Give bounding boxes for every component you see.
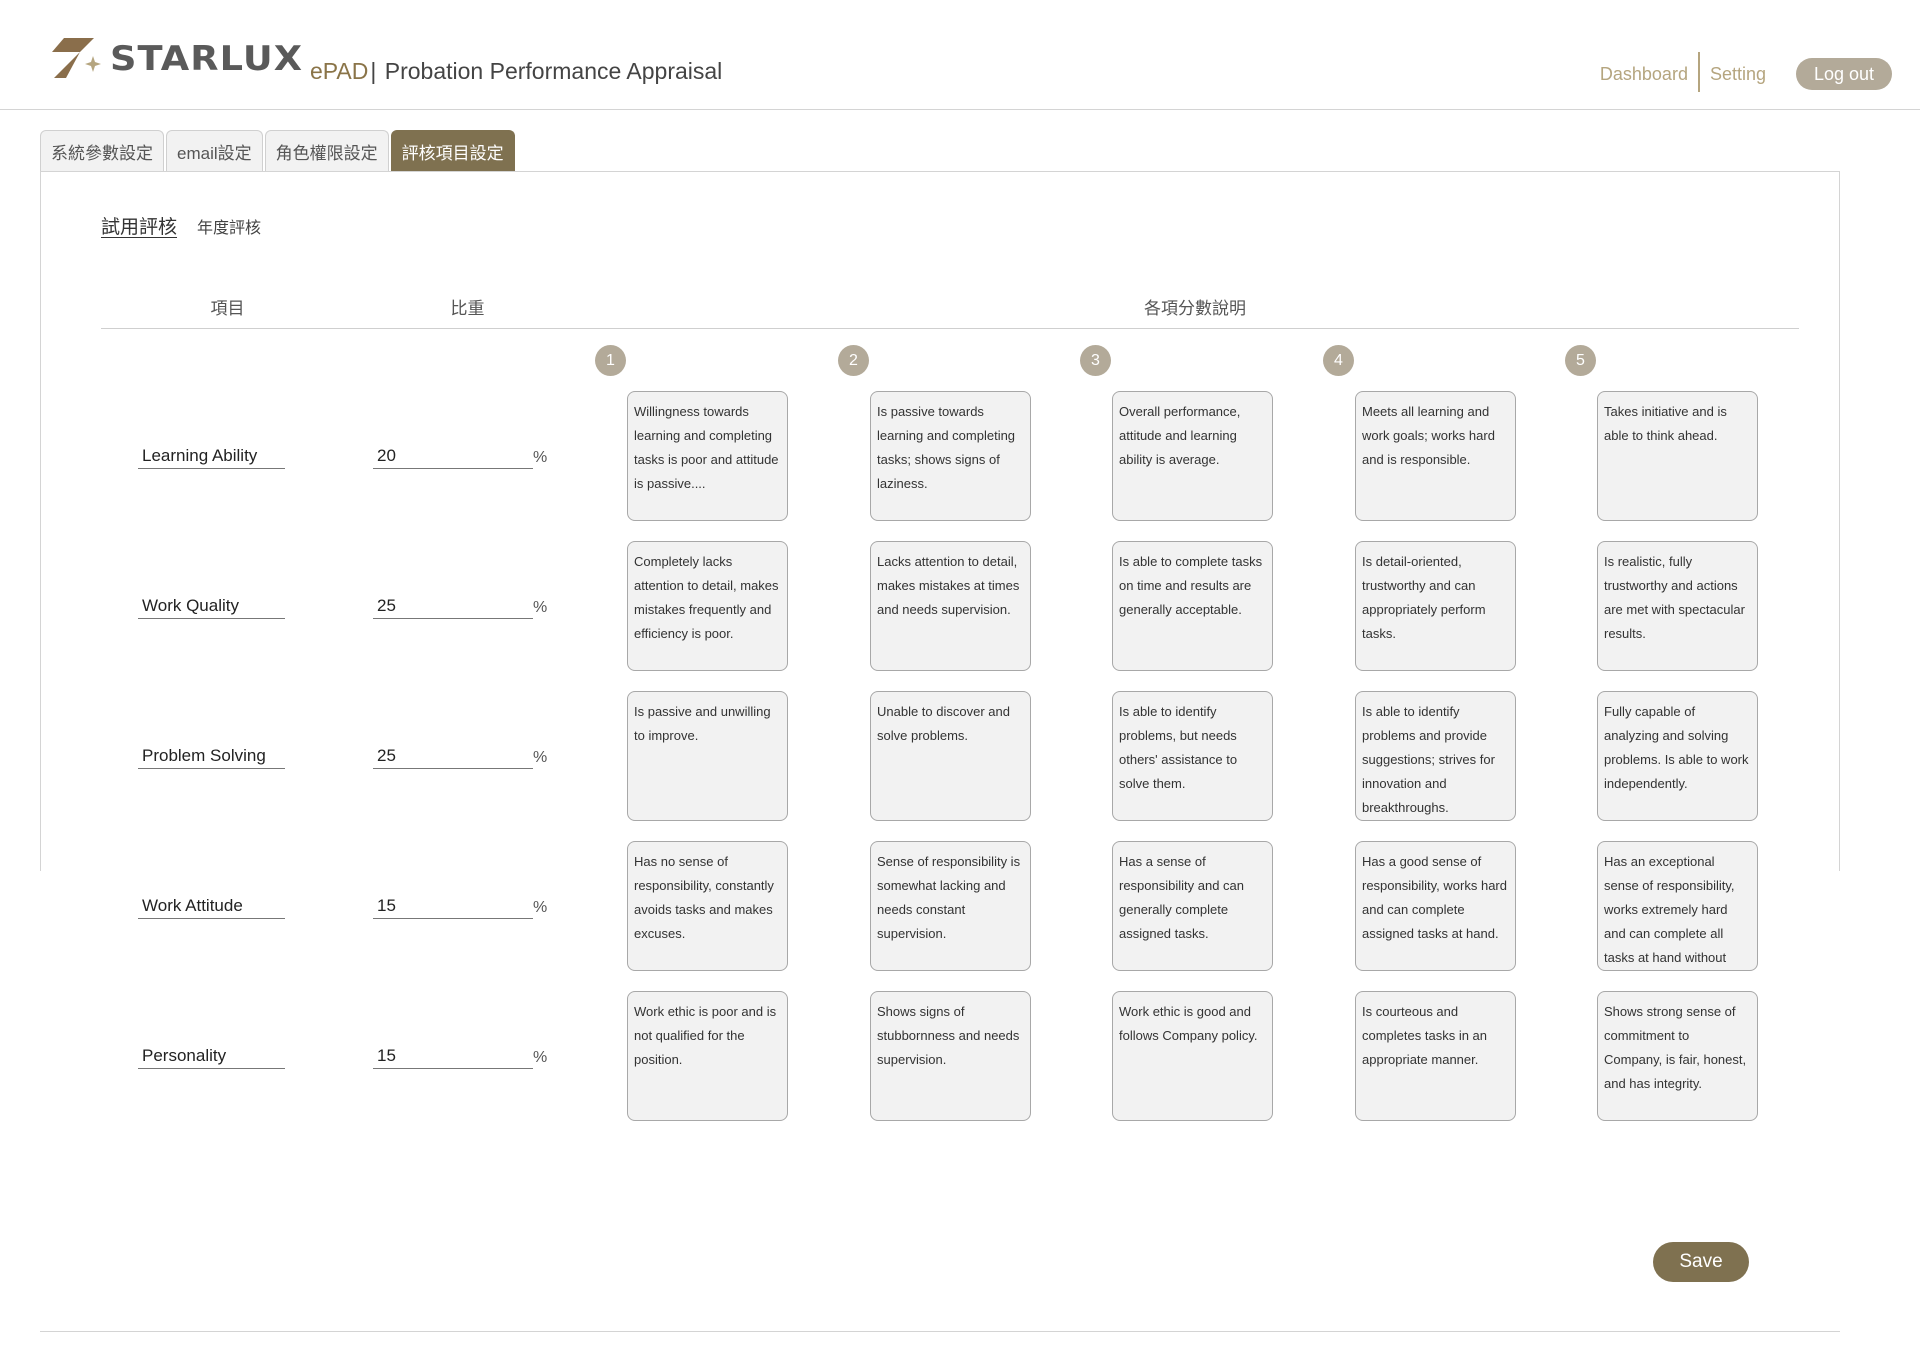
- tab-appraisal-items[interactable]: 評核項目設定: [390, 130, 515, 172]
- score-1-marker: 1: [595, 345, 626, 376]
- score-description-field[interactable]: Has a sense of responsibility and can ge…: [1112, 841, 1273, 971]
- score-description-field[interactable]: Has a good sense of responsibility, work…: [1355, 841, 1516, 971]
- percent-sign: %: [533, 749, 548, 766]
- nav-setting-link[interactable]: Setting: [1700, 64, 1776, 85]
- settings-tabs: 系統參數設定 email設定 角色權限設定 評核項目設定: [40, 130, 517, 172]
- score-description-field[interactable]: Work ethic is poor and is not qualified …: [627, 991, 788, 1121]
- item-name-field[interactable]: Learning Ability: [138, 437, 285, 469]
- column-header-item: 項目: [210, 299, 245, 318]
- score-description-field[interactable]: Lacks attention to detail, makes mistake…: [870, 541, 1031, 671]
- subtab-probation[interactable]: 試用評核: [101, 212, 177, 239]
- score-3-marker: 3: [1080, 345, 1111, 376]
- score-description-field[interactable]: Completely lacks attention to detail, ma…: [627, 541, 788, 671]
- score-description-field[interactable]: Is courteous and completes tasks in an a…: [1355, 991, 1516, 1121]
- save-button[interactable]: Save: [1653, 1242, 1749, 1282]
- score-4-marker: 4: [1323, 345, 1354, 376]
- percent-sign: %: [533, 1049, 548, 1066]
- logo[interactable]: STARLUX: [50, 36, 302, 82]
- score-description-field[interactable]: Takes initiative and is able to think ah…: [1597, 391, 1758, 521]
- score-description-field[interactable]: Is passive and unwilling to improve.: [627, 691, 788, 821]
- percent-sign: %: [533, 899, 548, 916]
- tab-email-settings[interactable]: email設定: [166, 130, 263, 172]
- logo-text: STARLUX: [110, 39, 304, 79]
- appraisal-type-tabs: 試用評核 年度評核: [101, 212, 281, 239]
- item-name-field[interactable]: Work Quality: [138, 587, 285, 619]
- column-header-description: 各項分數說明: [1144, 299, 1246, 318]
- tab-role-permissions[interactable]: 角色權限設定: [264, 130, 389, 172]
- score-description-field[interactable]: Has an exceptional sense of responsibili…: [1597, 841, 1758, 971]
- score-description-field[interactable]: Is able to complete tasks on time and re…: [1112, 541, 1273, 671]
- subtab-annual[interactable]: 年度評核: [197, 214, 261, 238]
- tab-system-parameters[interactable]: 系統參數設定: [40, 130, 164, 172]
- weight-field[interactable]: 15: [373, 1037, 533, 1069]
- score-5-marker: 5: [1565, 345, 1596, 376]
- column-header-weight: 比重: [450, 299, 485, 318]
- logout-button[interactable]: Log out: [1796, 58, 1892, 90]
- weight-field[interactable]: 20: [373, 437, 533, 469]
- score-description-field[interactable]: Work ethic is good and follows Company p…: [1112, 991, 1273, 1121]
- top-header: STARLUX ePAD| Probation Performance Appr…: [0, 0, 1920, 110]
- item-name-field[interactable]: Personality: [138, 1037, 285, 1069]
- item-name-field[interactable]: Work Attitude: [138, 887, 285, 919]
- score-description-field[interactable]: Willingness towards learning and complet…: [627, 391, 788, 521]
- score-2-marker: 2: [838, 345, 869, 376]
- weight-field[interactable]: 25: [373, 587, 533, 619]
- app-title: ePAD| Probation Performance Appraisal: [310, 58, 722, 85]
- header-divider: [101, 328, 1799, 329]
- score-description-field[interactable]: Fully capable of analyzing and solving p…: [1597, 691, 1758, 821]
- nav-dashboard-link[interactable]: Dashboard: [1590, 64, 1698, 85]
- item-name-field[interactable]: Problem Solving: [138, 737, 285, 769]
- score-description-field[interactable]: Is passive towards learning and completi…: [870, 391, 1031, 521]
- weight-field[interactable]: 25: [373, 737, 533, 769]
- weight-field[interactable]: 15: [373, 887, 533, 919]
- header-nav: Dashboard Setting Log out: [1590, 52, 1892, 92]
- score-description-field[interactable]: Shows signs of stubbornness and needs su…: [870, 991, 1031, 1121]
- app-title-separator: |: [370, 58, 377, 84]
- score-description-field[interactable]: Unable to discover and solve problems.: [870, 691, 1031, 821]
- score-description-field[interactable]: Is able to identify problems and provide…: [1355, 691, 1516, 821]
- app-title-text: Probation Performance Appraisal: [384, 58, 723, 84]
- score-description-field[interactable]: Has no sense of responsibility, constant…: [627, 841, 788, 971]
- panel-bottom-divider: [40, 1331, 1840, 1332]
- score-description-field[interactable]: Shows strong sense of commitment to Comp…: [1597, 991, 1758, 1121]
- app-brand: ePAD: [310, 58, 369, 84]
- percent-sign: %: [533, 449, 548, 466]
- score-description-field[interactable]: Is able to identify problems, but needs …: [1112, 691, 1273, 821]
- score-description-field[interactable]: Sense of responsibility is somewhat lack…: [870, 841, 1031, 971]
- score-description-field[interactable]: Is realistic, fully trustworthy and acti…: [1597, 541, 1758, 671]
- score-description-field[interactable]: Overall performance, attitude and learni…: [1112, 391, 1273, 521]
- score-description-field[interactable]: Meets all learning and work goals; works…: [1355, 391, 1516, 521]
- score-description-field[interactable]: Is detail-oriented, trustworthy and can …: [1355, 541, 1516, 671]
- percent-sign: %: [533, 599, 548, 616]
- starlux-logo-icon: [52, 38, 101, 78]
